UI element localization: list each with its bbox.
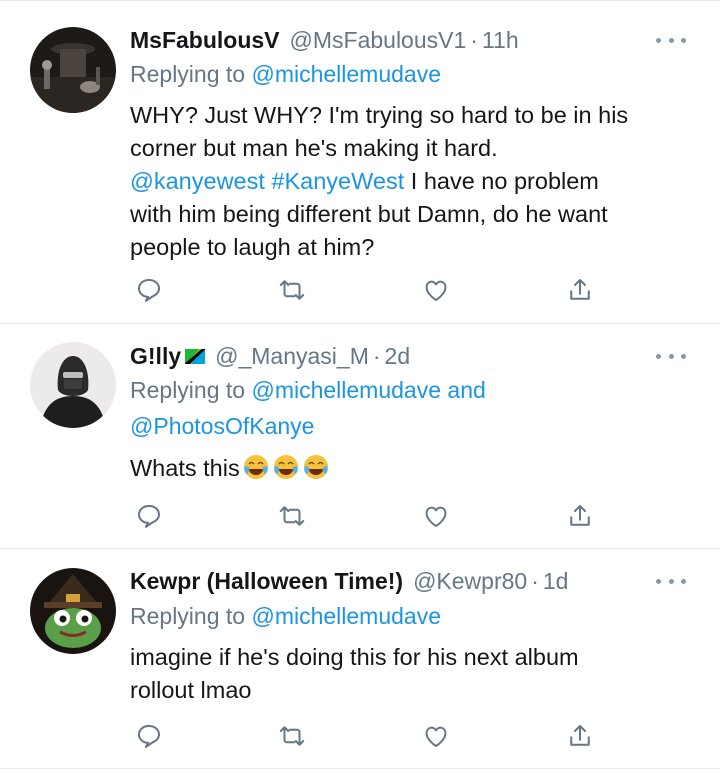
face-with-tears-of-joy-icon (303, 455, 328, 479)
tweet-actions (132, 500, 602, 532)
replying-to: Replying to @michellemudave and @PhotosO… (130, 372, 486, 444)
reply-button[interactable] (132, 720, 166, 752)
tweet-text-line: rollout lmao (130, 677, 252, 703)
display-name[interactable]: Kewpr (Halloween Time!) (130, 568, 403, 595)
like-icon (425, 506, 447, 527)
like-button[interactable] (419, 500, 453, 532)
avatar-dark-room-icon (30, 27, 116, 113)
replying-prefix: Replying to (130, 603, 246, 629)
mention-link[interactable]: @kanyewest (130, 168, 265, 194)
like-icon (425, 726, 447, 747)
retweet-icon (279, 280, 305, 300)
user-handle[interactable]: @_Manyasi_M (215, 343, 369, 370)
share-icon (570, 505, 590, 526)
reply-button[interactable] (132, 274, 166, 306)
replying-prefix: Replying to (130, 377, 246, 403)
more-options-icon[interactable] (656, 349, 686, 363)
tweet-divider (0, 323, 720, 324)
timestamp[interactable]: 11h (482, 27, 519, 54)
avatar-hooded-figure-icon (30, 342, 116, 428)
replying-prefix: Replying to (130, 61, 246, 87)
top-divider (0, 0, 720, 1)
tweet-header: MsFabulousV @MsFabulousV1 · 11h (130, 20, 519, 60)
tweet-text: WHY? Just WHY? I'm trying so hard to be … (130, 99, 690, 264)
tweet-header: G!lly @_Manyasi_M · 2d (130, 336, 410, 376)
separator-dot: · (531, 567, 539, 594)
replying-and: and (447, 377, 486, 403)
tweet-text-line: corner but man he's making it hard. (130, 135, 498, 161)
tweet-text-fragment: I have no problem (404, 168, 599, 194)
mention-link[interactable]: @michellemudave (251, 603, 441, 629)
more-options-icon[interactable] (656, 574, 686, 588)
avatar[interactable] (30, 342, 116, 428)
tweet-text: imagine if he's doing this for his next … (130, 641, 690, 707)
replying-to: Replying to @michellemudave (130, 598, 441, 634)
reply-button[interactable] (132, 500, 166, 532)
share-button[interactable] (563, 500, 597, 532)
share-button[interactable] (563, 720, 597, 752)
like-button[interactable] (419, 274, 453, 306)
retweet-icon (279, 726, 305, 746)
reply-icon (138, 725, 160, 748)
display-name[interactable]: G!lly (130, 343, 181, 370)
separator-dot: · (372, 342, 381, 369)
retweet-icon (279, 506, 305, 526)
avatar-frog-witch-icon (30, 568, 116, 654)
share-icon (570, 279, 590, 300)
tweet-3[interactable]: Kewpr (Halloween Time!) @Kewpr80 · 1d Re… (0, 560, 720, 765)
tweet-2[interactable]: G!lly @_Manyasi_M · 2d Replying to @mich… (0, 334, 720, 546)
mention-link[interactable]: @PhotosOfKanye (130, 413, 314, 439)
mention-link[interactable]: @michellemudave (251, 61, 441, 87)
tweet-text: Whats this (130, 452, 690, 485)
tweet-text-line: Whats this (130, 455, 240, 481)
face-with-tears-of-joy-icon (273, 455, 298, 479)
tweet-actions (132, 720, 602, 752)
separator-dot: · (470, 26, 478, 53)
tweet-text-line: WHY? Just WHY? I'm trying so hard to be … (130, 102, 629, 128)
avatar[interactable] (30, 568, 116, 654)
tweet-divider (0, 548, 720, 549)
user-handle[interactable]: @MsFabulousV1 (290, 27, 467, 54)
tanzania-flag-icon (185, 348, 206, 364)
more-options-icon[interactable] (656, 33, 686, 47)
replying-to: Replying to @michellemudave (130, 56, 441, 92)
retweet-button[interactable] (275, 500, 309, 532)
tweet-actions (132, 274, 602, 306)
reply-icon (138, 505, 160, 528)
user-handle[interactable]: @Kewpr80 (413, 568, 527, 595)
share-icon (570, 725, 590, 746)
tweet-text-line: @kanyewest #KanyeWest I have no problem (130, 165, 690, 198)
timestamp[interactable]: 2d (385, 343, 411, 370)
display-name[interactable]: MsFabulousV (130, 27, 280, 54)
tweet-divider (0, 768, 720, 769)
tweet-text-line: people to laugh at him? (130, 234, 375, 260)
tweet-text-line: with him being different but Damn, do he… (130, 201, 608, 227)
face-with-tears-of-joy-icon (243, 455, 268, 479)
retweet-button[interactable] (275, 274, 309, 306)
timestamp[interactable]: 1d (543, 568, 569, 595)
like-button[interactable] (419, 720, 453, 752)
hashtag-link[interactable]: #KanyeWest (271, 168, 404, 194)
tweet-header: Kewpr (Halloween Time!) @Kewpr80 · 1d (130, 561, 568, 601)
avatar[interactable] (30, 27, 116, 113)
share-button[interactable] (563, 274, 597, 306)
retweet-button[interactable] (275, 720, 309, 752)
tweet-1[interactable]: MsFabulousV @MsFabulousV1 · 11h Replying… (0, 18, 720, 320)
tweet-text-line: imagine if he's doing this for his next … (130, 644, 579, 670)
reply-icon (138, 279, 160, 302)
like-icon (425, 280, 447, 301)
mention-link[interactable]: @michellemudave (251, 377, 441, 403)
